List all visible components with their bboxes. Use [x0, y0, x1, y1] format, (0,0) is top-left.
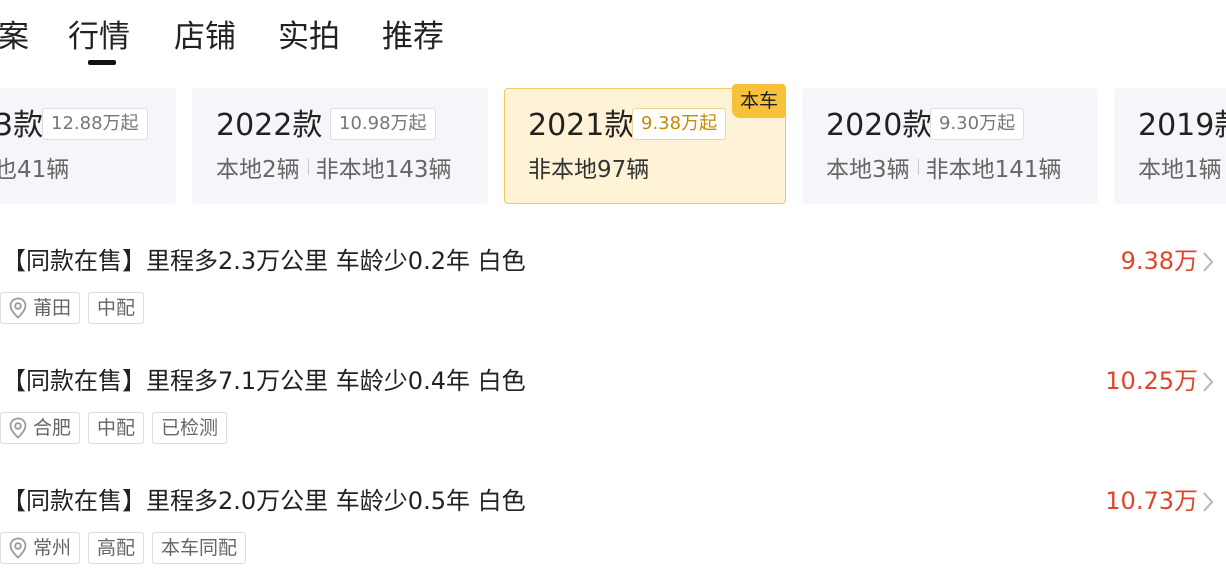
- listing-title: 【同款在售】里程多2.3万公里 车龄少0.2年 白色: [2, 247, 526, 275]
- location-text: 合肥: [33, 417, 72, 439]
- listing-tags: 合肥 中配 已检测: [0, 412, 235, 444]
- location-tag: 莆田: [0, 292, 81, 324]
- year-card-strip[interactable]: 3款 12.88万起 也41辆 2022款 10.98万起 本地2辆 非本地143…: [0, 84, 1226, 208]
- year-card[interactable]: 2019款 本地1辆: [1114, 88, 1226, 204]
- local-count: 本地1辆: [1138, 157, 1222, 183]
- year-card-year: 3款: [0, 108, 44, 143]
- listing-tags: 常州 高配 本车同配: [0, 532, 254, 564]
- year-card-price: 9.30万起: [930, 108, 1025, 140]
- year-card[interactable]: 2022款 10.98万起 本地2辆 非本地143辆: [192, 88, 488, 204]
- listing-title: 【同款在售】里程多2.0万公里 车龄少0.5年 白色: [2, 487, 526, 515]
- location-tag: 合肥: [0, 412, 81, 444]
- listing-price: 10.25万: [1105, 367, 1198, 395]
- tab-photos[interactable]: 实拍: [278, 17, 340, 57]
- year-card-price: 10.98万起: [330, 108, 436, 140]
- tab-market[interactable]: 行情: [68, 17, 130, 57]
- active-tab-indicator: [88, 60, 116, 65]
- listing-item[interactable]: 【同款在售】里程多7.1万公里 车龄少0.4年 白色 10.25万 合肥 中配 已检…: [0, 362, 1226, 458]
- nonlocal-count: 非本地97辆: [528, 157, 650, 183]
- trim-tag: 中配: [88, 292, 145, 324]
- divider: [917, 159, 919, 175]
- tab-store[interactable]: 店铺: [174, 17, 236, 57]
- year-card-counts: 本地1辆: [1138, 154, 1222, 186]
- divider: [307, 159, 309, 175]
- year-card-year: 2020款: [826, 108, 933, 143]
- listing-price: 10.73万: [1105, 487, 1198, 515]
- year-card-year: 2022款: [216, 108, 323, 143]
- year-card-counts: 非本地97辆: [528, 154, 649, 186]
- trim-tag: 高配: [88, 532, 145, 564]
- year-card-price: 12.88万起: [42, 108, 148, 140]
- inspection-tag: 已检测: [152, 412, 228, 444]
- listing-price: 9.38万: [1120, 247, 1198, 275]
- tab-archive[interactable]: 案: [0, 17, 29, 57]
- nonlocal-count: 非本地141辆: [925, 157, 1062, 183]
- year-card-counts: 本地3辆 非本地141辆: [826, 154, 1062, 186]
- year-card-counts: 本地2辆 非本地143辆: [216, 154, 452, 186]
- trim-tag: 中配: [88, 412, 145, 444]
- same-config-tag: 本车同配: [152, 532, 247, 564]
- location-text: 莆田: [33, 297, 72, 319]
- nonlocal-count: 也41辆: [0, 157, 70, 183]
- chevron-right-icon: [1203, 252, 1214, 272]
- listing-tags: 莆田 中配: [0, 292, 152, 324]
- location-pin-icon: [9, 417, 27, 439]
- year-card[interactable]: 3款 12.88万起 也41辆: [0, 88, 176, 204]
- location-pin-icon: [9, 297, 27, 319]
- location-text: 常州: [33, 537, 72, 559]
- year-card-counts: 也41辆: [0, 154, 69, 186]
- location-tag: 常州: [0, 532, 81, 564]
- year-card-price: 9.38万起: [632, 108, 727, 140]
- tab-bar: 案 行情 店铺 实拍 推荐: [0, 0, 1226, 76]
- location-pin-icon: [9, 537, 27, 559]
- local-count: 本地3辆: [826, 157, 910, 183]
- chevron-right-icon: [1203, 372, 1214, 392]
- listing-item[interactable]: 【同款在售】里程多2.3万公里 车龄少0.2年 白色 9.38万 莆田 中配: [0, 242, 1226, 338]
- nonlocal-count: 非本地143辆: [315, 157, 452, 183]
- year-card-year: 2021款: [528, 108, 635, 143]
- local-count: 本地2辆: [216, 157, 300, 183]
- tab-recommend[interactable]: 推荐: [382, 17, 444, 57]
- year-card[interactable]: 2020款 9.30万起 本地3辆 非本地141辆: [802, 88, 1098, 204]
- listing-title: 【同款在售】里程多7.1万公里 车龄少0.4年 白色: [2, 367, 526, 395]
- current-car-badge: 本车: [732, 84, 786, 118]
- year-card-year: 2019款: [1138, 108, 1226, 143]
- chevron-right-icon: [1203, 492, 1214, 512]
